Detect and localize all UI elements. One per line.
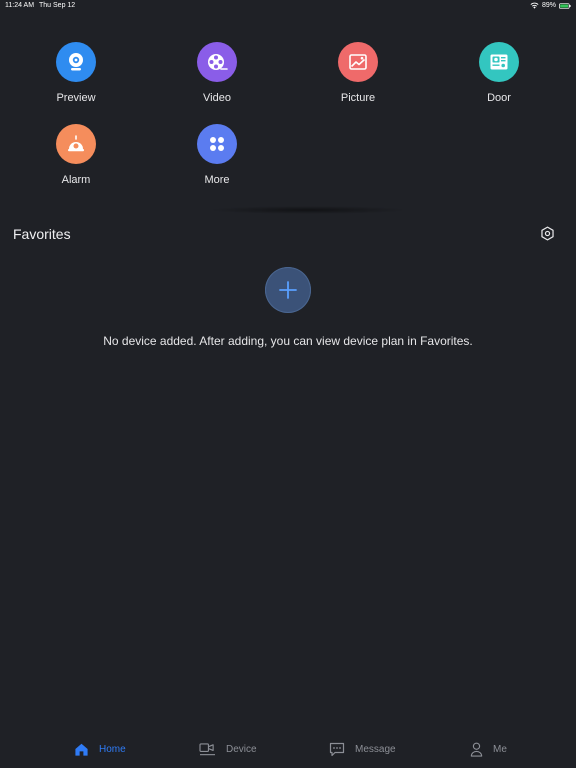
alarm-label: Alarm [61,174,91,186]
favorites-title: Favorites [13,226,71,242]
bottom-nav: Home Device Message Me [0,730,576,768]
nav-me-label: Me [493,743,507,755]
status-time: 11:24 AM [5,2,35,9]
device-icon [199,742,215,755]
video-label: Video [203,92,231,104]
message-icon [329,742,345,756]
more-label: More [204,174,230,186]
picture-circle [338,42,378,82]
gear-icon [541,226,554,241]
favorites-empty-message: No device added. After adding, you can v… [103,334,473,348]
nav-me[interactable]: Me [470,739,507,759]
home-icon [75,743,88,756]
nav-message-label: Message [355,743,396,755]
status-bar: 11:24 AM Thu Sep 12 89% [0,0,576,12]
film-reel-icon [208,54,228,70]
camera-icon [69,53,83,71]
door-label: Door [487,92,511,104]
video-circle [197,42,237,82]
section-divider [208,206,408,214]
preview-tile[interactable]: Preview [31,42,121,112]
preview-label: Preview [56,92,96,104]
status-date: Thu Sep 12 [39,2,76,9]
more-circle [197,124,237,164]
preview-circle [56,42,96,82]
door-circle [479,42,519,82]
alarm-circle [56,124,96,164]
alarm-icon [68,135,84,152]
home-screen: 11:24 AM Thu Sep 12 89% Preview Video Pi… [0,0,576,768]
wifi-icon [530,2,539,9]
add-device-button[interactable] [265,267,311,313]
grid-icon [210,137,224,151]
battery-icon [559,2,571,9]
nav-device-label: Device [226,743,257,755]
image-icon [349,54,367,70]
picture-tile[interactable]: Picture [313,42,403,112]
battery-percent: 89% [541,2,556,9]
status-indicators: 89% [530,2,571,9]
picture-label: Picture [340,92,376,104]
plus-icon [279,281,297,299]
user-icon [470,742,483,757]
video-tile[interactable]: Video [172,42,262,112]
favorites-settings-button[interactable] [539,225,556,242]
nav-home-label: Home [99,743,126,755]
nav-message[interactable]: Message [329,739,396,759]
nav-home[interactable]: Home [74,739,126,759]
door-tile[interactable]: Door [454,42,544,112]
nav-device[interactable]: Device [199,739,257,759]
door-station-icon [490,54,508,70]
more-tile[interactable]: More [172,124,262,194]
alarm-tile[interactable]: Alarm [31,124,121,194]
